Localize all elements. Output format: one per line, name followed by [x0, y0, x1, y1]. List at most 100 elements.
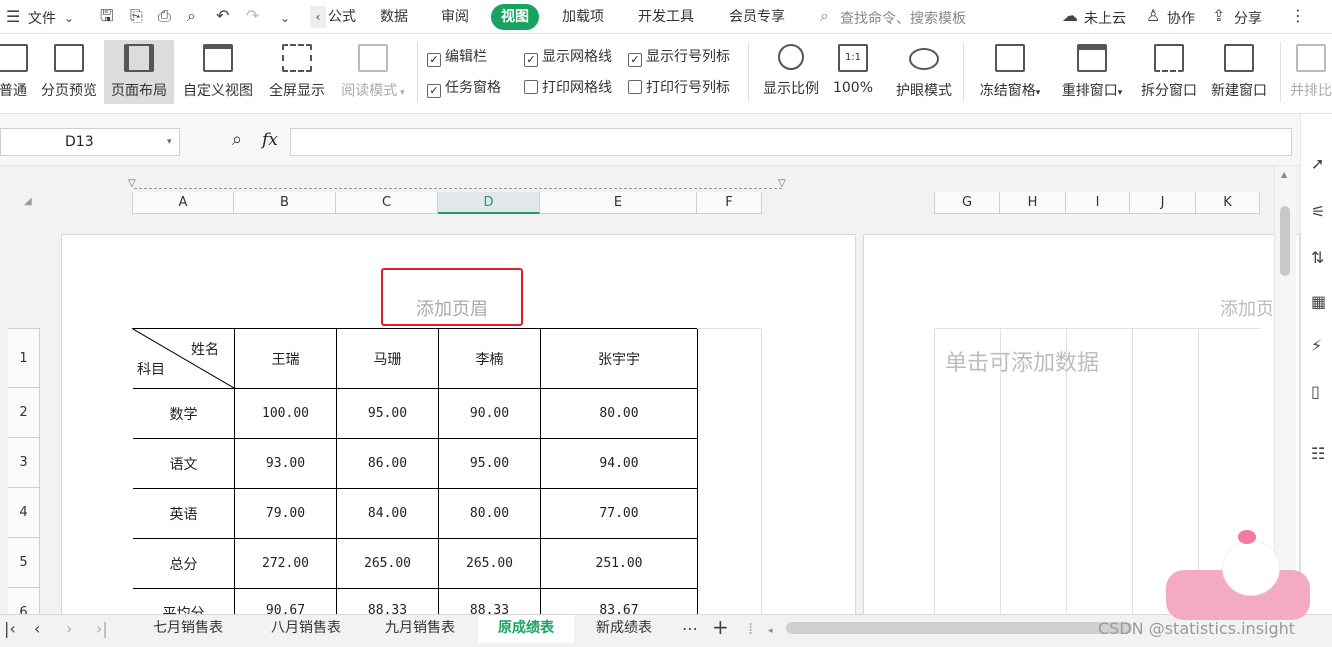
- subject-cell[interactable]: 平均分: [133, 589, 235, 614]
- column-header-k[interactable]: K: [1196, 192, 1260, 214]
- score-cell[interactable]: 95.00: [337, 389, 439, 439]
- next-sheet-icon[interactable]: ›: [66, 621, 72, 637]
- name-cell[interactable]: 张宇宇: [541, 329, 698, 389]
- column-header-h[interactable]: H: [1000, 192, 1066, 214]
- subject-cell[interactable]: 总分: [133, 539, 235, 589]
- fullscreen-button[interactable]: 全屏显示: [264, 40, 330, 104]
- undo-icon[interactable]: ↶: [216, 8, 229, 24]
- redo-icon[interactable]: ↷: [246, 8, 259, 24]
- print-icon[interactable]: ⎙: [158, 8, 171, 24]
- zoom-100-button[interactable]: 1:1 100%: [828, 40, 878, 104]
- last-sheet-icon[interactable]: ›|: [96, 621, 108, 637]
- score-cell[interactable]: 83.67: [541, 589, 698, 614]
- custom-view-button[interactable]: 自定义视图: [178, 40, 258, 104]
- row-header-1[interactable]: 1: [8, 328, 40, 388]
- search-icon[interactable]: ⌕: [820, 8, 829, 24]
- checkbox-print-headings[interactable]: 打印行号列标: [628, 77, 730, 97]
- sheet-tab-july[interactable]: 七月销售表: [130, 615, 246, 643]
- subject-cell[interactable]: 英语: [133, 489, 235, 539]
- formula-input[interactable]: [290, 128, 1292, 156]
- row-header-5[interactable]: 5: [8, 538, 40, 588]
- score-cell[interactable]: 95.00: [439, 439, 541, 489]
- transform-icon[interactable]: ⇅: [1311, 250, 1324, 266]
- sheet-tab-original-scores[interactable]: 原成绩表: [478, 615, 574, 643]
- checkbox-task-pane[interactable]: ✓ 任务窗格: [427, 77, 501, 98]
- tab-member[interactable]: 会员专享: [719, 4, 795, 30]
- cloud-icon[interactable]: ☁: [1062, 8, 1078, 24]
- sheet-tab-september[interactable]: 九月销售表: [362, 615, 478, 643]
- score-cell[interactable]: 88.33: [337, 589, 439, 614]
- share-icon[interactable]: ⇪: [1212, 8, 1225, 24]
- book-icon[interactable]: ▯: [1311, 384, 1320, 400]
- scroll-left-icon[interactable]: ◂: [768, 623, 773, 639]
- select-all-icon[interactable]: ◢: [24, 196, 32, 207]
- column-f-cells[interactable]: [697, 328, 762, 614]
- export-icon[interactable]: ⎘: [130, 8, 143, 24]
- scrollbar-thumb[interactable]: [1280, 206, 1290, 276]
- score-cell[interactable]: 77.00: [541, 489, 698, 539]
- freeze-panes-button[interactable]: 冻结窗格▾: [972, 40, 1048, 104]
- add-sheet-icon[interactable]: +: [712, 617, 729, 637]
- column-header-e[interactable]: E: [540, 192, 697, 214]
- normal-view-button[interactable]: 普通: [0, 40, 30, 104]
- checkbox-show-gridlines[interactable]: ✓ 显示网格线: [524, 46, 612, 67]
- row-header-6[interactable]: 6: [8, 588, 40, 614]
- score-cell[interactable]: 84.00: [337, 489, 439, 539]
- name-box[interactable]: D13 ▾: [0, 128, 180, 156]
- score-cell[interactable]: 90.67: [235, 589, 337, 614]
- column-header-f[interactable]: F: [697, 192, 762, 214]
- score-cell[interactable]: 251.00: [541, 539, 698, 589]
- click-to-add-data[interactable]: 单击可添加数据: [945, 345, 1099, 377]
- score-cell[interactable]: 265.00: [337, 539, 439, 589]
- new-window-button[interactable]: 新建窗口: [1206, 40, 1272, 104]
- more-options-icon[interactable]: ⋮: [1290, 8, 1306, 24]
- subject-cell[interactable]: 数学: [133, 389, 235, 439]
- chart-icon[interactable]: ▦: [1311, 294, 1326, 310]
- column-header-c[interactable]: C: [336, 192, 438, 214]
- row-header-3[interactable]: 3: [8, 438, 40, 488]
- column-header-d[interactable]: D: [438, 192, 540, 214]
- name-cell[interactable]: 马珊: [337, 329, 439, 389]
- tab-view[interactable]: 视图: [491, 4, 539, 30]
- score-cell[interactable]: 265.00: [439, 539, 541, 589]
- tab-review[interactable]: 审阅: [431, 4, 479, 30]
- prev-sheet-icon[interactable]: ‹: [34, 621, 40, 637]
- print-preview-icon[interactable]: ⌕: [187, 8, 196, 24]
- scroll-up-icon[interactable]: ▲: [1281, 170, 1287, 179]
- flash-icon[interactable]: ⚡: [1311, 338, 1322, 354]
- splitter-icon[interactable]: ⁞: [748, 621, 753, 637]
- reading-mode-button[interactable]: 阅读模式 ▾: [336, 40, 410, 104]
- sheet-tab-new-scores[interactable]: 新成绩表: [576, 615, 672, 643]
- score-cell[interactable]: 94.00: [541, 439, 698, 489]
- row-header-4[interactable]: 4: [8, 488, 40, 538]
- score-cell[interactable]: 90.00: [439, 389, 541, 439]
- zoom-search-icon[interactable]: ⌕: [232, 131, 242, 149]
- zoom-button[interactable]: 显示比例: [758, 40, 824, 104]
- search-command-input[interactable]: 查找命令、搜索模板: [840, 8, 966, 28]
- page-layout-button[interactable]: 页面布局: [104, 40, 174, 104]
- fx-label[interactable]: fx: [262, 130, 278, 150]
- save-icon[interactable]: 🖫: [100, 8, 114, 24]
- tab-addins[interactable]: 加载项: [552, 4, 614, 30]
- chevron-down-icon[interactable]: ⌄: [64, 10, 74, 26]
- header-placeholder-right[interactable]: 添加页眉: [1220, 295, 1272, 321]
- column-header-g[interactable]: G: [934, 192, 1000, 214]
- split-window-button[interactable]: 拆分窗口: [1136, 40, 1202, 104]
- file-menu[interactable]: 文件: [28, 8, 56, 28]
- subject-cell[interactable]: 语文: [133, 439, 235, 489]
- column-header-b[interactable]: B: [234, 192, 336, 214]
- column-header-i[interactable]: I: [1066, 192, 1130, 214]
- menu-icon[interactable]: ☰: [6, 9, 20, 25]
- tab-data[interactable]: 数据: [370, 4, 418, 30]
- column-header-a[interactable]: A: [132, 192, 234, 214]
- horizontal-scrollbar-thumb[interactable]: [786, 622, 1132, 634]
- score-cell[interactable]: 88.33: [439, 589, 541, 614]
- side-by-side-button[interactable]: 并排比较: [1290, 40, 1332, 104]
- checkbox-show-headings[interactable]: ✓ 显示行号列标: [628, 46, 730, 67]
- more-chevron-icon[interactable]: ⌄: [280, 10, 290, 26]
- adjust-icon[interactable]: ⚟: [1311, 204, 1325, 220]
- tab-formula[interactable]: 公式: [318, 4, 366, 30]
- score-cell[interactable]: 100.00: [235, 389, 337, 439]
- score-cell[interactable]: 86.00: [337, 439, 439, 489]
- first-sheet-icon[interactable]: |‹: [4, 621, 16, 637]
